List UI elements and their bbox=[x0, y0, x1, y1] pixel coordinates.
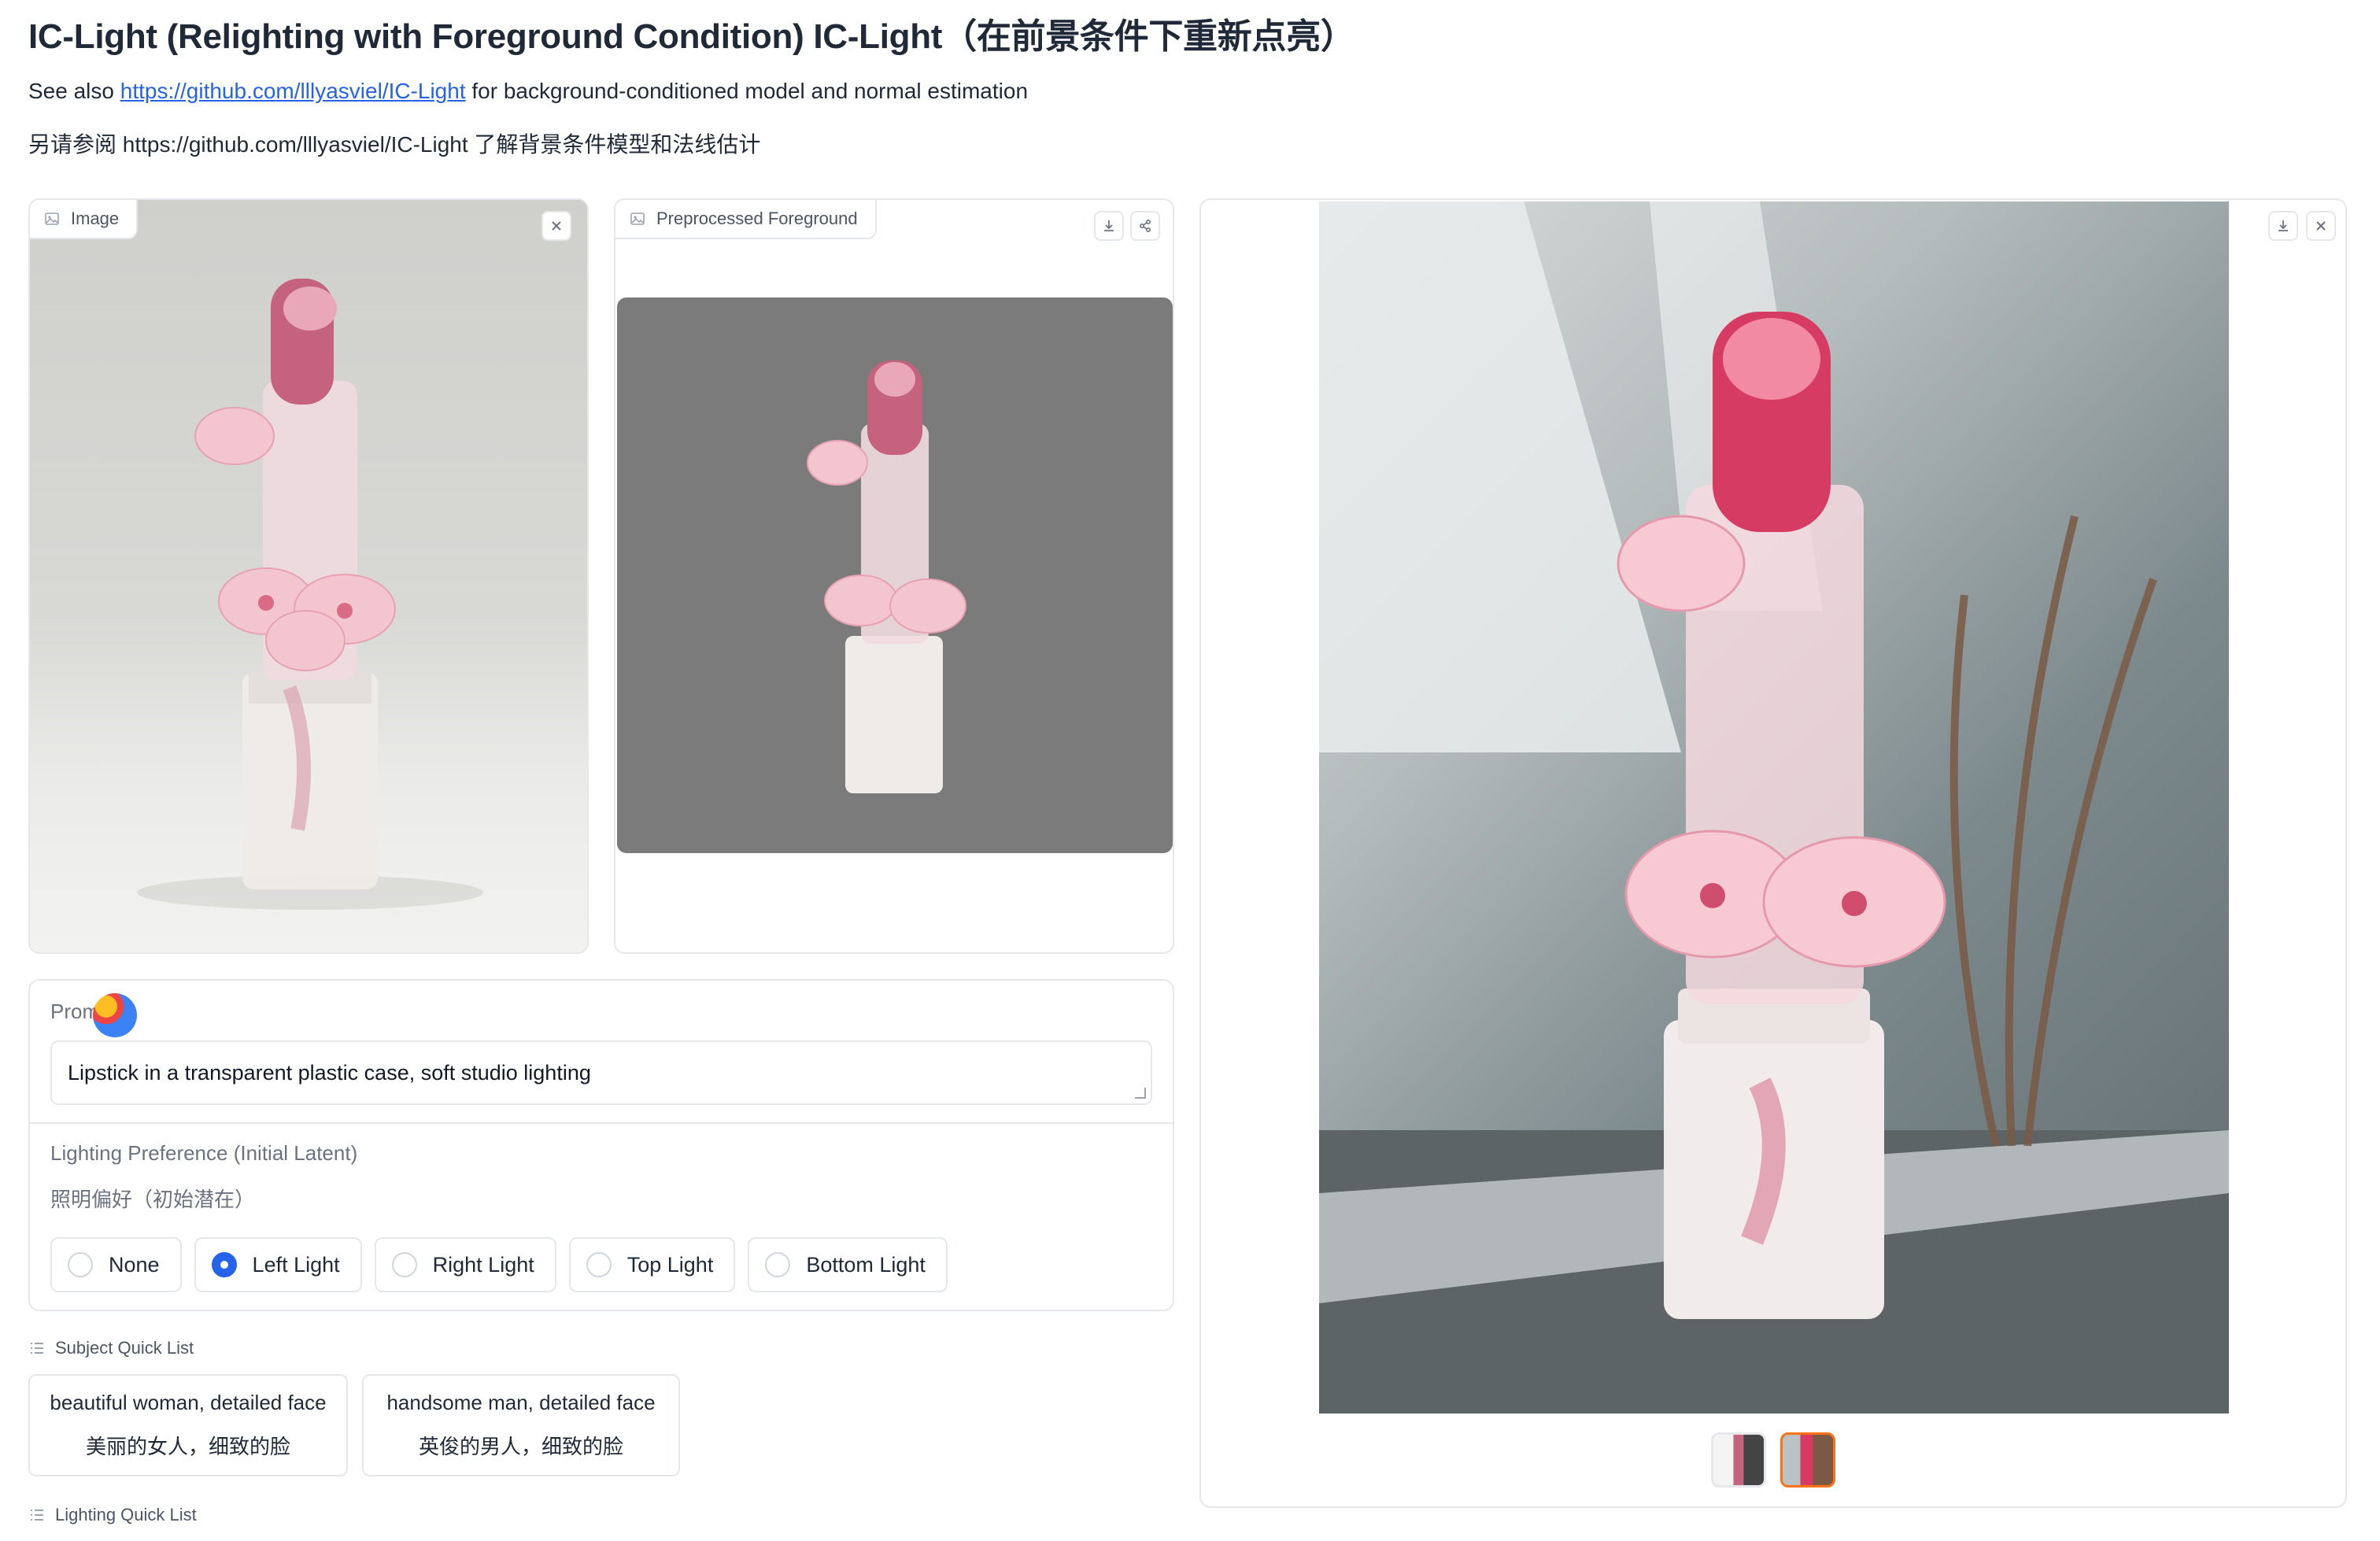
image-icon bbox=[45, 212, 59, 225]
download-result-button[interactable] bbox=[2268, 211, 2298, 241]
lighting-radio-group: None Left Light Right Light Top Light Bo… bbox=[50, 1237, 948, 1292]
radio-left-light[interactable]: Left Light bbox=[194, 1237, 362, 1292]
download-icon bbox=[1104, 220, 1114, 231]
preprocessed-foreground-panel: Preprocessed Foreground bbox=[614, 198, 1174, 954]
preprocessed-illustration bbox=[807, 360, 966, 793]
prompt-input[interactable]: Lipstick in a transparent plastic case, … bbox=[50, 1040, 1152, 1105]
radio-indicator[interactable] bbox=[586, 1252, 612, 1277]
gallery-thumbnail-selected[interactable] bbox=[1780, 1432, 1835, 1487]
image-panel-label: Image bbox=[30, 200, 139, 239]
see-also-cn-line: 另请参阅 https://github.com/lllyasviel/IC-Li… bbox=[28, 132, 761, 157]
relit-lipstick-illustration bbox=[1319, 201, 2229, 1414]
image-icon bbox=[630, 212, 645, 225]
subject-quick-list: beautiful woman, detailed face 美丽的女人，细致的… bbox=[28, 1374, 680, 1476]
page-title: IC-Light (Relighting with Foreground Con… bbox=[28, 17, 1355, 56]
lipstick-illustration bbox=[137, 279, 483, 910]
close-icon bbox=[2316, 221, 2326, 231]
list-icon bbox=[31, 1343, 43, 1354]
close-icon bbox=[552, 221, 561, 231]
gallery-thumbnails bbox=[1201, 1432, 2345, 1487]
result-image bbox=[1319, 201, 2229, 1414]
image-input-panel[interactable]: Image bbox=[28, 198, 589, 954]
prompt-label: Prom bbox=[50, 1000, 100, 1023]
avatar-badge-icon bbox=[93, 993, 137, 1037]
radio-top-light[interactable]: Top Light bbox=[568, 1237, 736, 1292]
lighting-quick-list-title: Lighting Quick List bbox=[28, 1505, 197, 1525]
gallery-thumbnail[interactable] bbox=[1711, 1432, 1766, 1487]
quick-list-item[interactable]: handsome man, detailed face 英俊的男人，细致的脸 bbox=[362, 1374, 680, 1476]
preprocessed-panel-label: Preprocessed Foreground bbox=[615, 200, 877, 239]
radio-indicator-checked[interactable] bbox=[211, 1252, 237, 1277]
lighting-preference-label: Lighting Preference (Initial Latent) bbox=[50, 1141, 358, 1165]
prompt-and-lighting-block: Prom Lipstick in a transparent plastic c… bbox=[28, 979, 1174, 1311]
divider bbox=[30, 1122, 1173, 1124]
result-gallery-panel bbox=[1199, 198, 2347, 1508]
download-icon bbox=[2278, 220, 2288, 231]
share-preprocessed-button[interactable] bbox=[1130, 211, 1160, 241]
close-result-button[interactable] bbox=[2306, 211, 2336, 241]
quick-list-item[interactable]: beautiful woman, detailed face 美丽的女人，细致的… bbox=[28, 1374, 348, 1476]
radio-indicator[interactable] bbox=[68, 1252, 93, 1277]
preprocessed-image bbox=[617, 297, 1173, 853]
subject-quick-list-title: Subject Quick List bbox=[28, 1338, 194, 1358]
radio-none[interactable]: None bbox=[50, 1237, 182, 1292]
radio-indicator[interactable] bbox=[391, 1252, 417, 1277]
github-link[interactable]: https://github.com/lllyasviel/IC-Light bbox=[120, 79, 466, 103]
radio-indicator[interactable] bbox=[765, 1252, 791, 1277]
see-also-line: See also https://github.com/lllyasviel/I… bbox=[28, 79, 1029, 103]
download-preprocessed-button[interactable] bbox=[1094, 211, 1124, 241]
input-image bbox=[30, 200, 587, 952]
resize-handle-icon[interactable] bbox=[1135, 1088, 1146, 1099]
clear-image-button[interactable] bbox=[541, 211, 571, 241]
list-icon bbox=[31, 1510, 43, 1521]
share-icon bbox=[1139, 219, 1151, 233]
radio-right-light[interactable]: Right Light bbox=[374, 1237, 556, 1292]
radio-bottom-light[interactable]: Bottom Light bbox=[748, 1237, 948, 1292]
lighting-preference-label-cn: 照明偏好（初始潜在） bbox=[50, 1188, 256, 1211]
